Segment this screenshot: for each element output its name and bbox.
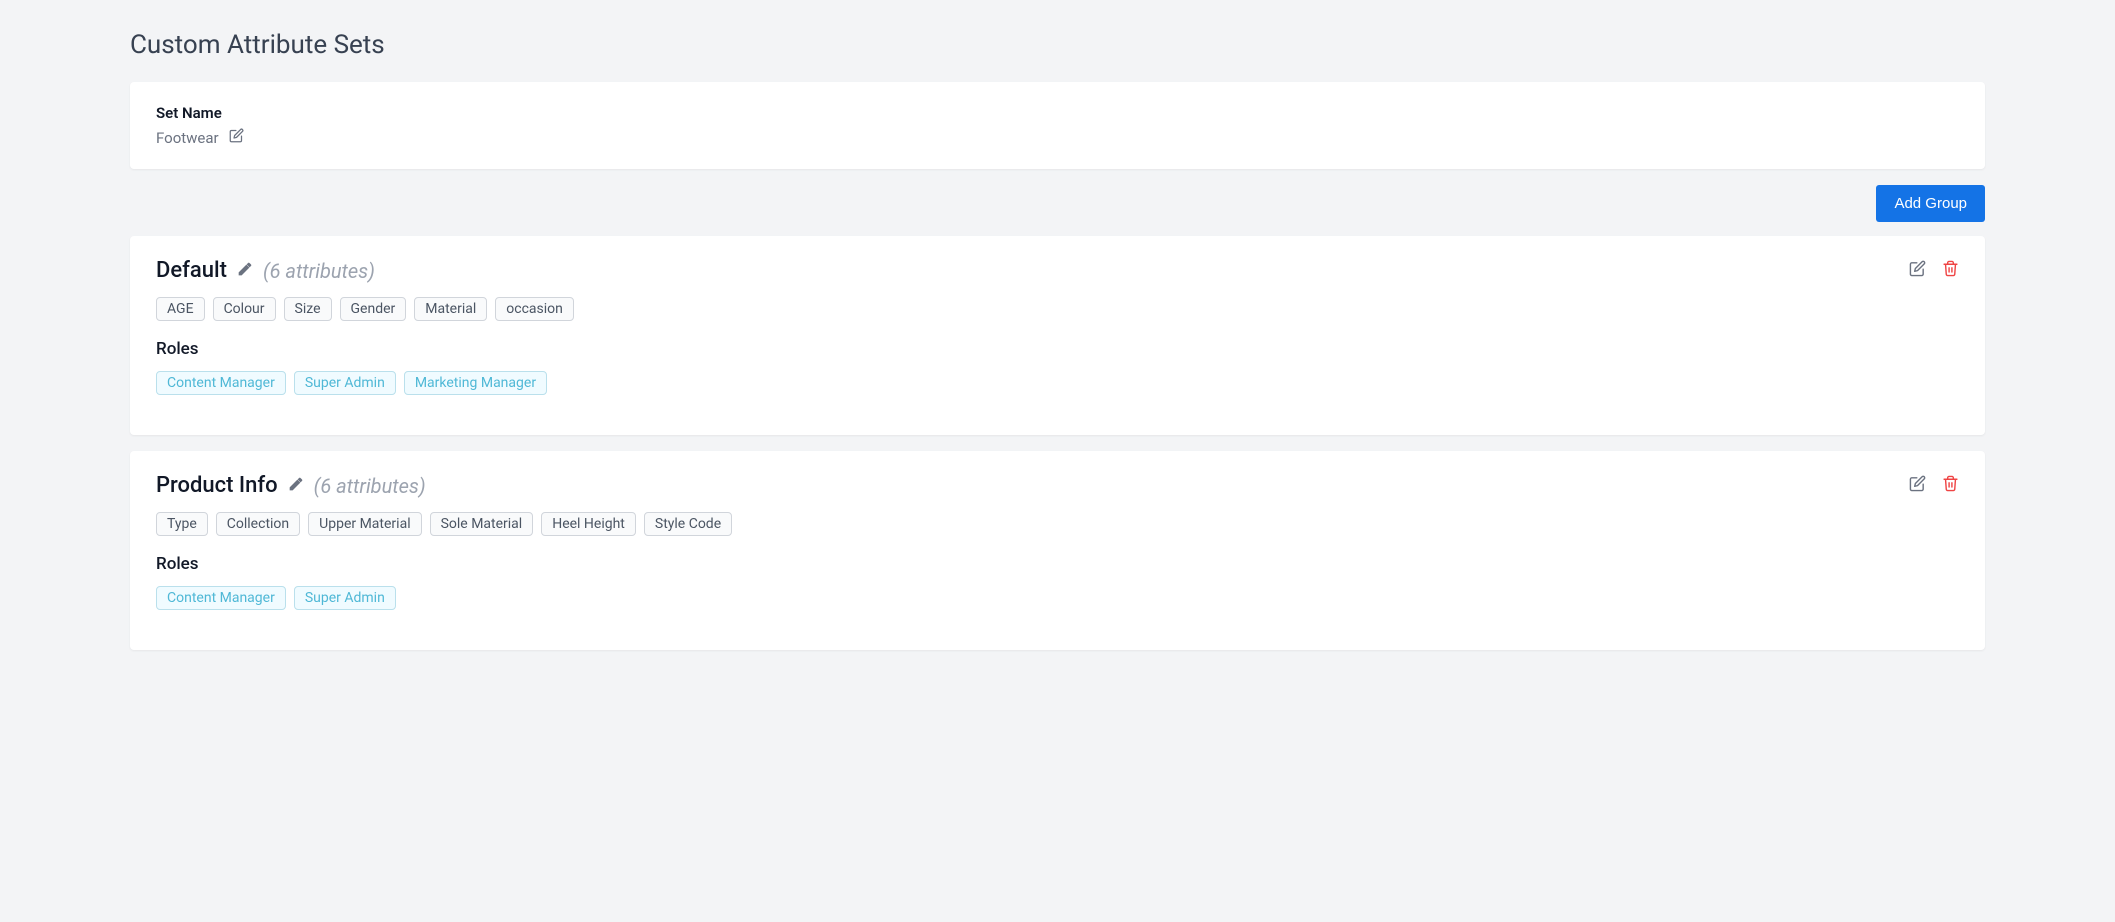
delete-group-icon[interactable] <box>1942 475 1959 496</box>
set-name-card: Set Name Footwear <box>130 82 1985 169</box>
attribute-tag[interactable]: occasion <box>495 297 574 321</box>
attribute-tag[interactable]: Material <box>414 297 487 321</box>
edit-group-title-icon[interactable] <box>237 261 253 281</box>
attribute-tag[interactable]: Collection <box>216 512 300 536</box>
role-tag-row: Content Manager Super Admin Marketing Mana… <box>156 371 1959 395</box>
edit-group-icon[interactable] <box>1909 260 1926 281</box>
role-tag[interactable]: Super Admin <box>294 586 396 610</box>
role-tag[interactable]: Marketing Manager <box>404 371 547 395</box>
group-title: Default <box>156 258 227 283</box>
group-card: Product Info (6 attributes) <box>130 451 1985 650</box>
attribute-tag[interactable]: Colour <box>213 297 276 321</box>
role-tag[interactable]: Content Manager <box>156 586 286 610</box>
role-tag[interactable]: Super Admin <box>294 371 396 395</box>
set-name-value: Footwear <box>156 129 219 147</box>
group-card: Default (6 attributes) <box>130 236 1985 435</box>
edit-group-title-icon[interactable] <box>288 476 304 496</box>
edit-set-name-icon[interactable] <box>229 128 244 147</box>
attribute-tag-row: AGE Colour Size Gender Material occasion <box>156 297 1959 321</box>
add-group-button[interactable]: Add Group <box>1876 185 1985 222</box>
attribute-tag[interactable]: Sole Material <box>430 512 534 536</box>
attribute-tag[interactable]: AGE <box>156 297 205 321</box>
role-tag-row: Content Manager Super Admin <box>156 586 1959 610</box>
attribute-tag-row: Type Collection Upper Material Sole Materia… <box>156 512 1959 536</box>
group-count: (6 attributes) <box>314 474 426 498</box>
set-name-label: Set Name <box>156 104 1959 122</box>
attribute-tag[interactable]: Type <box>156 512 208 536</box>
attribute-tag[interactable]: Upper Material <box>308 512 421 536</box>
group-count: (6 attributes) <box>263 259 375 283</box>
attribute-tag[interactable]: Heel Height <box>541 512 636 536</box>
attribute-tag[interactable]: Size <box>284 297 332 321</box>
roles-label: Roles <box>156 554 1959 574</box>
page-title: Custom Attribute Sets <box>130 30 1985 60</box>
attribute-tag[interactable]: Style Code <box>644 512 732 536</box>
role-tag[interactable]: Content Manager <box>156 371 286 395</box>
delete-group-icon[interactable] <box>1942 260 1959 281</box>
attribute-tag[interactable]: Gender <box>340 297 407 321</box>
group-title: Product Info <box>156 473 278 498</box>
edit-group-icon[interactable] <box>1909 475 1926 496</box>
roles-label: Roles <box>156 339 1959 359</box>
